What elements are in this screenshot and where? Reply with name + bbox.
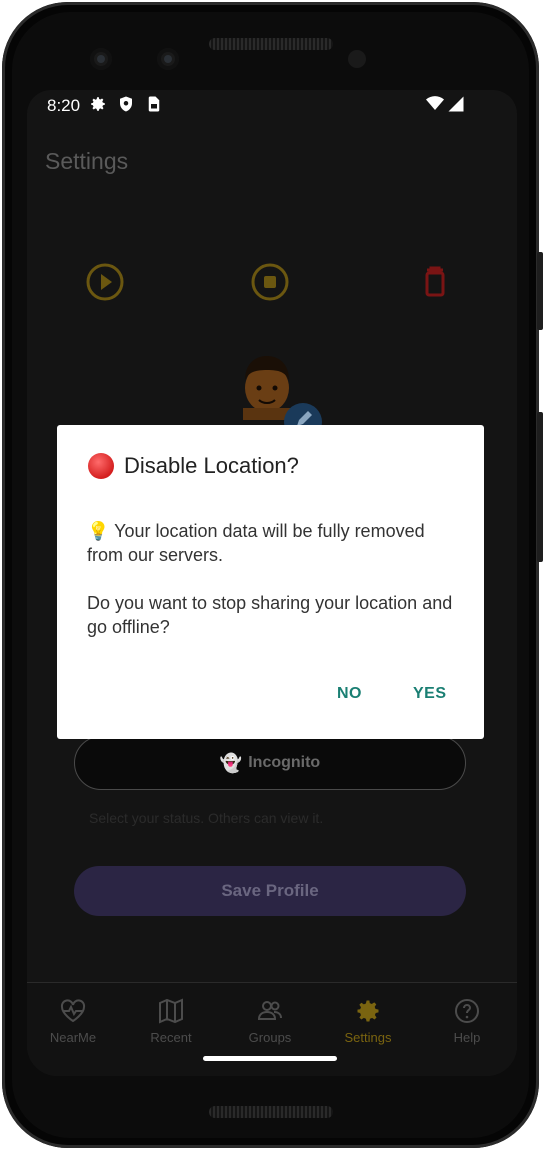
incognito-label: Incognito — [248, 754, 321, 771]
power-button — [537, 252, 543, 330]
nav-label-nearme: NearMe — [49, 1030, 97, 1045]
play-circle-icon[interactable] — [85, 262, 125, 302]
dialog-yes-button[interactable]: YES — [405, 681, 455, 707]
dialog-message-1: 💡 Your location data will be fully remov… — [87, 521, 425, 565]
bottom-navigation: NearMe Recent Groups Settings Help — [27, 982, 517, 1076]
dialog-message-2: Do you want to stop sharing your locatio… — [87, 593, 453, 637]
top-speaker — [209, 38, 333, 50]
people-icon — [257, 1001, 282, 1020]
ghost-icon: 👻 — [219, 752, 243, 773]
dialog-body: 💡 Your location data will be fully remov… — [87, 519, 457, 663]
dialog-title-text: Disable Location? — [124, 453, 299, 478]
nav-label-help: Help — [453, 1030, 481, 1045]
shield-status-icon — [120, 96, 132, 112]
sim-card-status-icon — [148, 96, 160, 112]
settings-status-icon — [91, 97, 105, 111]
status-bar: 8:20 — [27, 90, 517, 120]
page-title: Settings — [45, 148, 129, 174]
nav-item-help[interactable]: Help — [427, 997, 507, 1045]
signal-status-icon — [448, 96, 464, 112]
red-circle-icon — [88, 453, 114, 479]
nav-item-recent[interactable]: Recent — [131, 997, 211, 1045]
heart-pulse-icon — [60, 999, 86, 1023]
front-camera-left — [90, 48, 112, 70]
phone-frame: 8:20 Settings 👻 Incognito Select your st… — [2, 2, 543, 1148]
bottom-speaker — [209, 1106, 333, 1118]
dialog-title: Disable Location? — [88, 453, 299, 479]
status-hint: Select your status. Others can view it. — [89, 810, 324, 826]
dialog-no-button[interactable]: NO — [329, 681, 370, 707]
proximity-sensor — [348, 50, 366, 68]
volume-button — [537, 412, 543, 562]
gear-icon — [357, 1000, 379, 1022]
screen: 8:20 Settings 👻 Incognito Select your st… — [27, 90, 517, 1076]
disable-location-dialog: Disable Location? 💡 Your location data w… — [57, 425, 484, 739]
nav-item-groups[interactable]: Groups — [230, 997, 310, 1045]
nav-item-nearme[interactable]: NearMe — [33, 997, 113, 1045]
stop-circle-icon[interactable] — [250, 262, 290, 302]
map-icon — [159, 998, 183, 1024]
home-indicator[interactable] — [203, 1056, 337, 1061]
help-circle-icon — [455, 999, 479, 1023]
trash-icon[interactable] — [415, 262, 455, 302]
incognito-status-button[interactable]: 👻 Incognito — [74, 736, 466, 790]
status-time: 8:20 — [47, 96, 81, 115]
nav-label-groups: Groups — [248, 1030, 292, 1045]
nav-label-settings: Settings — [344, 1030, 392, 1045]
front-camera-right — [157, 48, 179, 70]
save-profile-button[interactable]: Save Profile — [74, 866, 466, 916]
wifi-status-icon — [426, 96, 444, 110]
nav-item-settings[interactable]: Settings — [328, 997, 408, 1045]
nav-label-recent: Recent — [150, 1030, 192, 1045]
